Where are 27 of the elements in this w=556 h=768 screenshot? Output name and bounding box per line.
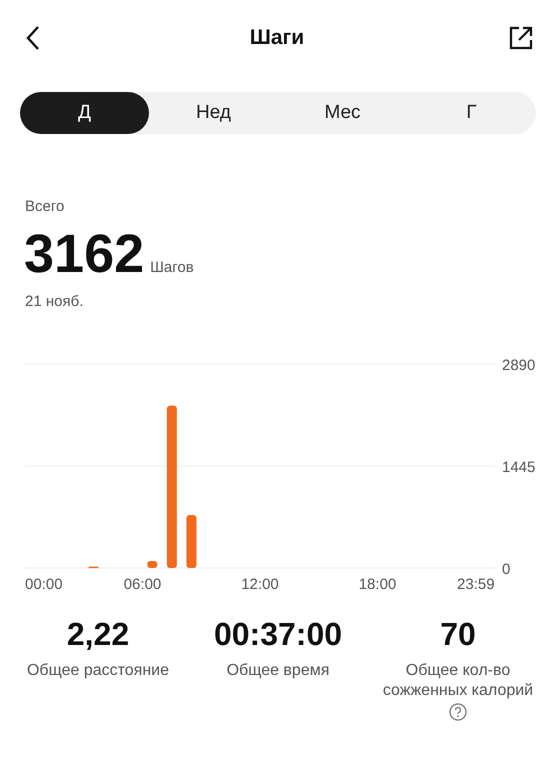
axis-label: 23:59 xyxy=(457,576,495,592)
step-count: 3162 xyxy=(24,223,144,285)
help-icon[interactable] xyxy=(449,703,467,721)
axis-label: 1445 xyxy=(502,459,536,476)
stat-label: Общее расстояние xyxy=(26,661,169,681)
total-caption: Всего xyxy=(25,198,66,215)
axis-label: 06:00 xyxy=(124,576,162,592)
stat-label: Общее время xyxy=(226,661,330,681)
date-label: 21 нояб. xyxy=(25,293,84,310)
axis-label: 2890 xyxy=(502,357,536,374)
period-tab[interactable]: Г xyxy=(407,92,536,134)
axis-label: 18:00 xyxy=(358,576,396,592)
period-tab[interactable]: Д xyxy=(20,92,149,134)
stat-value: 70 xyxy=(440,616,476,653)
period-tab[interactable]: Мес xyxy=(278,92,407,134)
bar xyxy=(186,515,196,568)
page-title: Шаги xyxy=(250,26,304,50)
axis-label: 12:00 xyxy=(241,576,279,592)
stat-label: Общее кол-во сожженных калорий xyxy=(382,661,534,701)
axis-label: 0 xyxy=(502,561,510,578)
bar xyxy=(147,560,158,568)
axis-label: 00:00 xyxy=(25,576,63,592)
back-icon[interactable] xyxy=(25,25,41,51)
period-tab[interactable]: Нед xyxy=(149,92,278,134)
stat-value: 2,22 xyxy=(66,616,130,653)
stat-value: 00:37:00 xyxy=(214,616,342,653)
step-unit: Шагов xyxy=(150,259,194,276)
